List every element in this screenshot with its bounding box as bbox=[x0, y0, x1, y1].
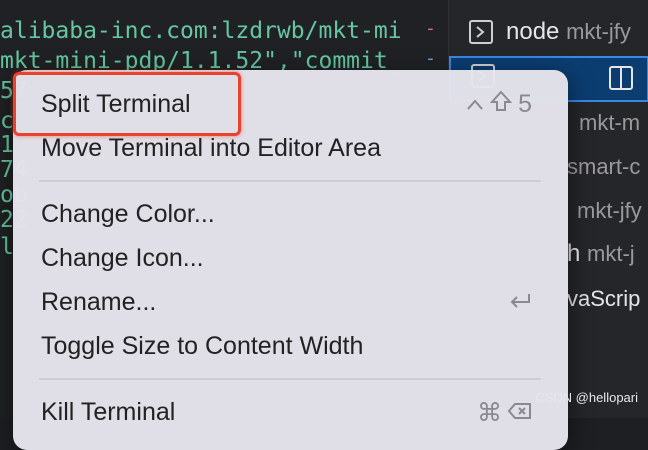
menu-separator bbox=[39, 180, 541, 182]
terminal-tab-node[interactable]: node mkt-jfy bbox=[449, 14, 648, 54]
menu-item-toggle-size[interactable]: Toggle Size to Content Width bbox=[13, 326, 568, 368]
menu-item-label: Kill Terminal bbox=[41, 398, 176, 426]
menu-item-change-icon[interactable]: Change Icon... bbox=[13, 238, 568, 280]
shortcut-hint: 5 bbox=[466, 90, 532, 119]
terminal-tab-folder: vaScrip bbox=[567, 286, 641, 311]
menu-item-label: Toggle Size to Content Width bbox=[41, 332, 364, 360]
shortcut-hint: ⌘ bbox=[477, 398, 532, 427]
terminal-tab-name: node bbox=[506, 18, 560, 45]
annotation-highlight bbox=[13, 72, 241, 136]
watermark: CSDN @hellopari bbox=[535, 390, 638, 405]
control-key-icon bbox=[466, 90, 484, 119]
menu-separator bbox=[39, 378, 541, 380]
terminal-tab-folder: mkt-j bbox=[587, 241, 635, 266]
menu-item-label: Move Terminal into Editor Area bbox=[41, 134, 381, 162]
menu-item-change-color[interactable]: Change Color... bbox=[13, 194, 568, 236]
delete-key-icon bbox=[507, 398, 532, 427]
terminal-tab-folder: smart-c bbox=[567, 154, 641, 179]
terminal-tab-folder: mkt-jfy bbox=[577, 198, 642, 223]
terminal-line: l bbox=[0, 234, 14, 260]
menu-item-rename[interactable]: Rename... bbox=[13, 282, 568, 324]
terminal-tab-folder: mkt-m bbox=[579, 110, 641, 135]
split-terminal-icon[interactable] bbox=[609, 66, 633, 90]
shift-key-icon bbox=[489, 90, 513, 119]
command-key-icon: ⌘ bbox=[477, 398, 502, 427]
return-key-icon bbox=[508, 292, 532, 310]
menu-item-label: Change Icon... bbox=[41, 244, 204, 272]
panel-edge-marker: -- bbox=[425, 18, 438, 69]
terminal-tab-folder: mkt-jfy bbox=[566, 19, 631, 44]
menu-item-label: Change Color... bbox=[41, 200, 215, 228]
terminal-line: alibaba-inc.com:lzdrwb/mkt-mi bbox=[0, 18, 402, 44]
menu-item-kill-terminal[interactable]: Kill Terminal ⌘ bbox=[13, 392, 568, 434]
terminal-icon bbox=[469, 20, 493, 44]
menu-item-label: Rename... bbox=[41, 288, 157, 316]
shortcut-key: 5 bbox=[518, 90, 532, 118]
terminal-tab-name: h bbox=[567, 240, 581, 267]
